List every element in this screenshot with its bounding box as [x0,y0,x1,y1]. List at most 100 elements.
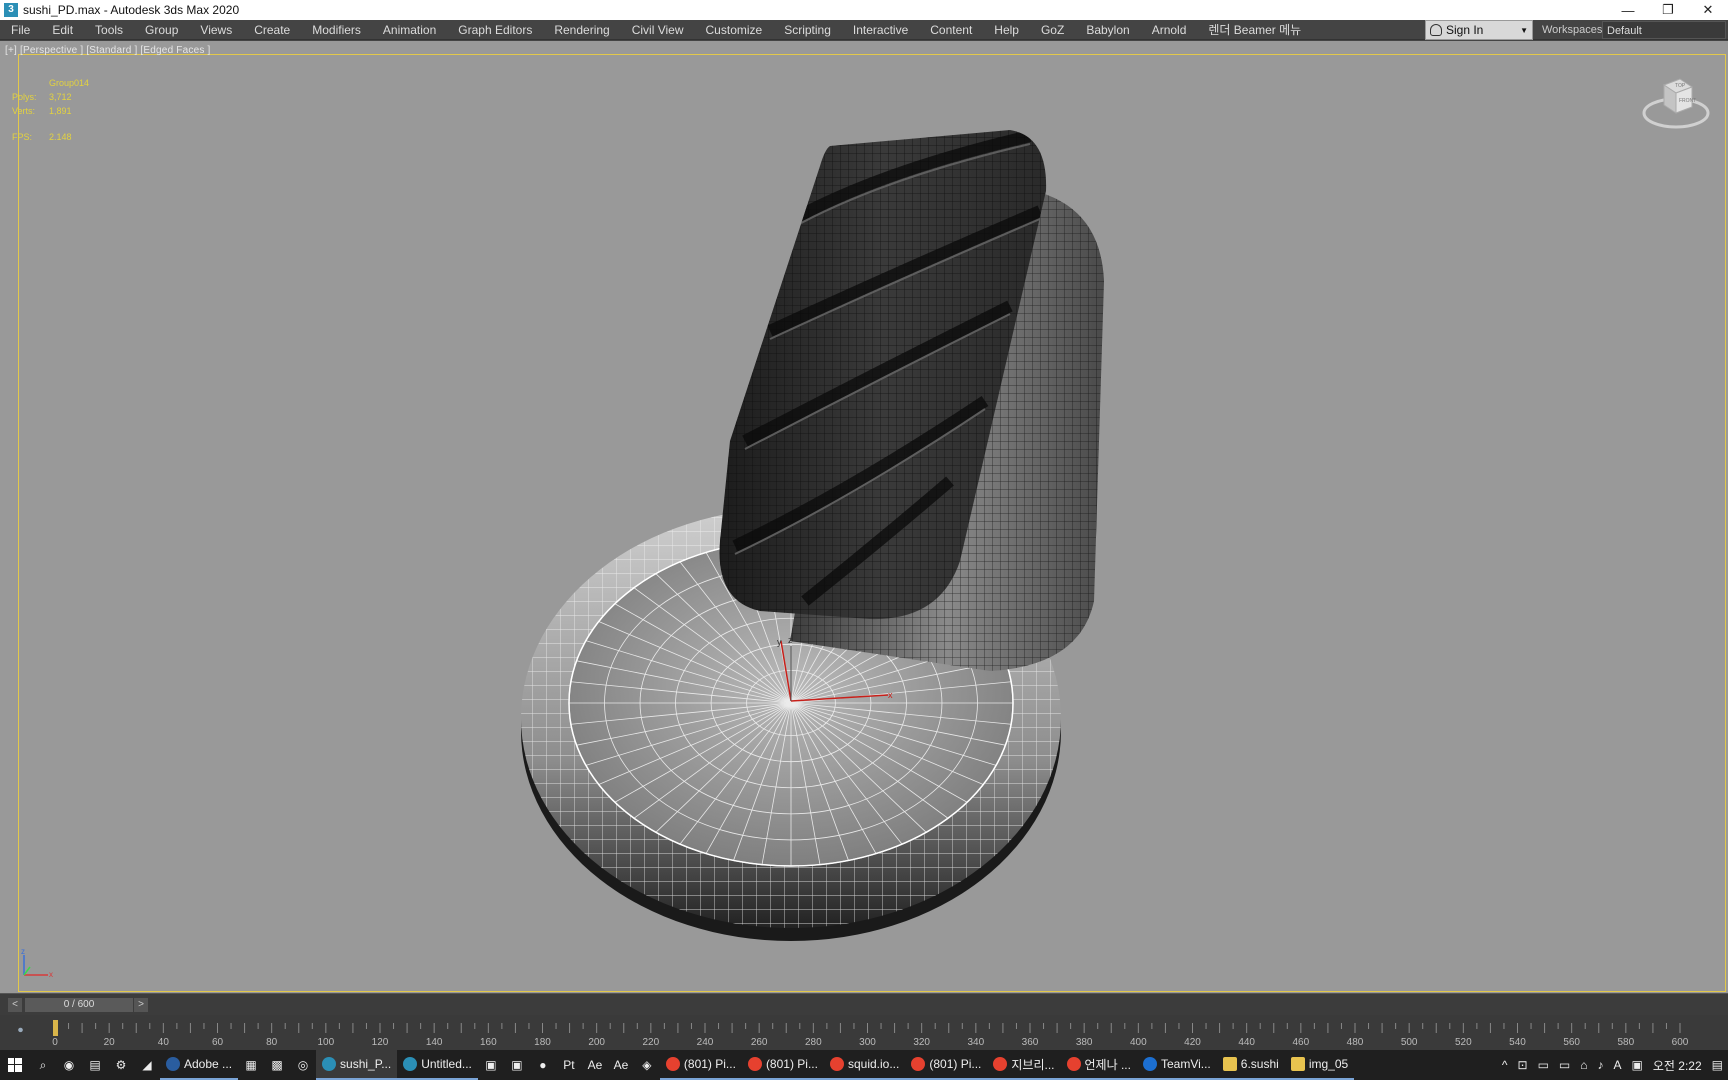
pinned-app-icon[interactable]: Pt [556,1050,582,1080]
clock[interactable]: 오전 2:22 [1653,1057,1702,1074]
track-tick-label: 0 [52,1037,58,1048]
tripod-z-label: z [21,947,25,956]
pinned-app-icon[interactable]: ▤ [82,1050,108,1080]
time-slider-thumb[interactable]: 0 / 600 [25,998,133,1012]
volume-icon[interactable]: ♪ [1598,1058,1604,1072]
viewcube-front-label: FRONT [1679,98,1696,104]
taskbar-app-label: sushi_P... [340,1057,392,1071]
current-frame-marker [53,1020,58,1036]
menu-interactive[interactable]: Interactive [842,20,919,40]
track-tick-label: 540 [1509,1037,1526,1048]
menu-customize[interactable]: Customize [695,20,774,40]
taskbar-app-label: 지브리... [1011,1057,1055,1072]
3dsmax-app-icon: 3 [4,3,18,17]
taskbar-app[interactable]: (801) Pi... [659,1050,742,1080]
taskbar-app[interactable]: img_05 [1284,1050,1355,1080]
track-tick-label: 60 [212,1037,224,1048]
system-tray: ^ ⊡ ▭ ▭ ⌂ ♪ A ▣ 오전 2:22 ▤ [1497,1050,1728,1080]
track-tick-label: 560 [1563,1037,1580,1048]
pinned-app-icon[interactable]: ▣ [504,1050,530,1080]
taskbar-app[interactable]: Adobe ... [160,1050,239,1080]
menu-create[interactable]: Create [243,20,301,40]
network-icon[interactable]: ⊡ [1518,1058,1528,1072]
notification-icon[interactable]: ▤ [1712,1058,1723,1072]
pinned-app-icon[interactable]: ◎ [290,1050,316,1080]
taskbar-app-label: 언제나 ... [1084,1057,1131,1072]
pinned-app-icon[interactable]: ◈ [634,1050,660,1080]
menu-views[interactable]: Views [189,20,243,40]
sign-in-dropdown[interactable]: Sign In ▼ [1425,20,1533,40]
pinned-app-icon[interactable]: ▦ [238,1050,264,1080]
track-tick-label: 520 [1455,1037,1472,1048]
settings-icon[interactable]: ⚙ [108,1050,134,1080]
menu-help[interactable]: Help [983,20,1030,40]
ime-icon[interactable]: ▣ [1632,1058,1643,1072]
menu-modifiers[interactable]: Modifiers [301,20,372,40]
usb-icon[interactable]: ⌂ [1580,1058,1587,1072]
viewport-label-menu[interactable]: [+] [Perspective ] [Standard ] [Edged Fa… [5,45,211,56]
display-icon[interactable]: ▭ [1559,1058,1570,1072]
menu-arnold[interactable]: Arnold [1141,20,1198,40]
app-icon [322,1057,337,1071]
taskbar-app[interactable]: 언제나 ... [1060,1050,1137,1080]
pinned-app-icon[interactable]: ◉ [56,1050,82,1080]
menu-file[interactable]: File [0,20,41,40]
track-tick-label: 440 [1238,1037,1255,1048]
minimize-button[interactable]: — [1608,0,1648,20]
menu-rendering[interactable]: Rendering [543,20,620,40]
pinned-app-icon[interactable]: ▩ [264,1050,290,1080]
taskbar-app[interactable]: (801) Pi... [741,1050,824,1080]
pinned-app-icon[interactable]: Ae [582,1050,608,1080]
menu-goz[interactable]: GoZ [1030,20,1075,40]
taskbar-app-label: (801) Pi... [929,1057,982,1071]
battery-icon[interactable]: ▭ [1538,1058,1549,1072]
taskbar-app[interactable]: 6.sushi [1216,1050,1285,1080]
close-button[interactable]: ✕ [1688,0,1728,20]
axis-tripod-icon: z x [21,947,53,979]
menu-scripting[interactable]: Scripting [773,20,842,40]
chevron-up-icon[interactable]: ^ [1502,1058,1508,1072]
menu-animation[interactable]: Animation [372,20,447,40]
stats-verts-key: Verts: [12,106,36,116]
track-tick-label: 320 [913,1037,930,1048]
restore-button[interactable]: ❐ [1648,0,1688,20]
track-tick-label: 120 [372,1037,389,1048]
windows-start-button[interactable] [0,1050,30,1080]
taskbar-app-label: Untitled... [421,1057,472,1071]
perspective-viewport[interactable]: y z x [+] [Perspective ] [Standard ] [Ed… [0,41,1728,993]
taskbar-app[interactable]: TeamVi... [1136,1050,1217,1080]
app-icon [166,1057,180,1071]
menu-babylon[interactable]: Babylon [1075,20,1140,40]
menu-graph-editors[interactable]: Graph Editors [447,20,543,40]
next-frame-button[interactable]: > [134,998,148,1012]
pinned-app-icon[interactable]: ● [530,1050,556,1080]
taskbar-app[interactable]: 지브리... [987,1050,1061,1080]
menu-edit[interactable]: Edit [41,20,84,40]
taskbar-app[interactable]: (801) Pi... [905,1050,988,1080]
pinned-app-icon[interactable]: Ae [608,1050,634,1080]
track-tick-label: 80 [266,1037,278,1048]
menu-beamer[interactable]: 렌더 Beamer 메뉴 [1197,20,1312,40]
input-language-indicator[interactable]: A [1614,1058,1622,1072]
windows-logo-icon [8,1058,22,1072]
menu-group[interactable]: Group [134,20,189,40]
search-icon[interactable]: ⌕ [30,1050,56,1080]
pinned-app-icon[interactable]: ▣ [478,1050,504,1080]
viewcube[interactable]: TOP FRONT [1640,69,1712,141]
chrome-icon [829,1057,844,1071]
pinned-app-icon[interactable]: ◢ [134,1050,160,1080]
track-bar[interactable]: ⏺ 0 20 40 60 80 100 120 140 160 180 200 220 240 260 28… [0,1015,1728,1050]
menu-civil-view[interactable]: Civil View [621,20,695,40]
taskbar-app[interactable]: sushi_P... [316,1050,398,1080]
menu-content[interactable]: Content [919,20,983,40]
track-tick-label: 100 [317,1037,334,1048]
track-tick-label: 480 [1347,1037,1364,1048]
track-tick-label: 280 [805,1037,822,1048]
taskbar-app[interactable]: squid.io... [823,1050,906,1080]
teamviewer-icon [1142,1057,1157,1071]
menu-tools[interactable]: Tools [84,20,134,40]
menu-bar: File Edit Tools Group Views Create Modif… [0,20,1728,40]
workspaces-select[interactable]: Default [1602,21,1726,39]
taskbar-app[interactable]: Untitled... [397,1050,478,1080]
previous-frame-button[interactable]: < [8,998,22,1012]
